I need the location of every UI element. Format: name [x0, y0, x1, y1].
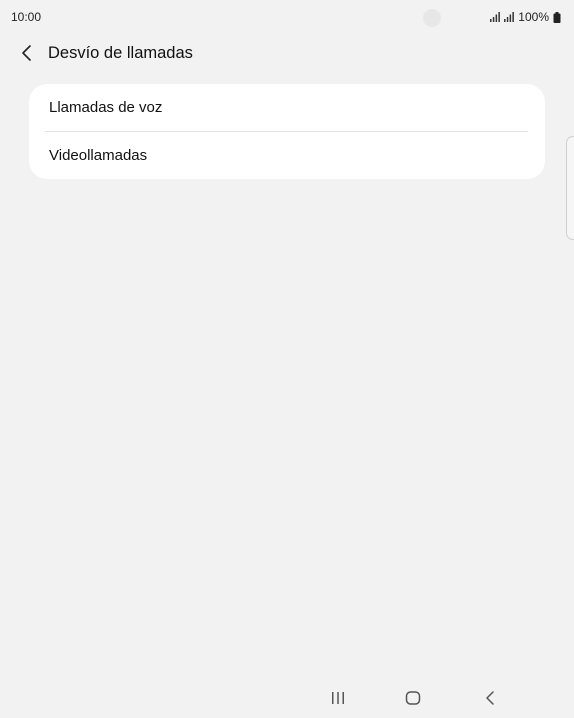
battery-percentage: 100% [518, 10, 549, 24]
page-title: Desvío de llamadas [48, 44, 193, 62]
recents-icon[interactable] [328, 688, 348, 708]
list-item-label: Llamadas de voz [49, 99, 163, 116]
call-forwarding-options-card: Llamadas de voz Videollamadas [29, 84, 545, 179]
back-icon[interactable] [480, 688, 500, 708]
chevron-left-icon [22, 45, 31, 61]
list-item-label: Videollamadas [49, 147, 148, 164]
signal-icon [490, 12, 501, 22]
list-item-voice-calls[interactable]: Llamadas de voz [29, 84, 545, 131]
navigation-bar [0, 678, 574, 718]
status-time: 10:00 [11, 10, 42, 24]
battery-icon [553, 11, 561, 23]
app-header: Desvío de llamadas [0, 36, 574, 72]
list-item-video-calls[interactable]: Videollamadas [29, 132, 545, 179]
signal-icon [504, 12, 515, 22]
status-indicators: 100% [490, 10, 561, 24]
status-bar: 10:00 100% [0, 0, 574, 34]
home-icon[interactable] [403, 688, 423, 708]
edge-panel-handle[interactable] [566, 136, 574, 240]
camera-cutout [423, 9, 441, 27]
back-button[interactable] [14, 40, 40, 66]
